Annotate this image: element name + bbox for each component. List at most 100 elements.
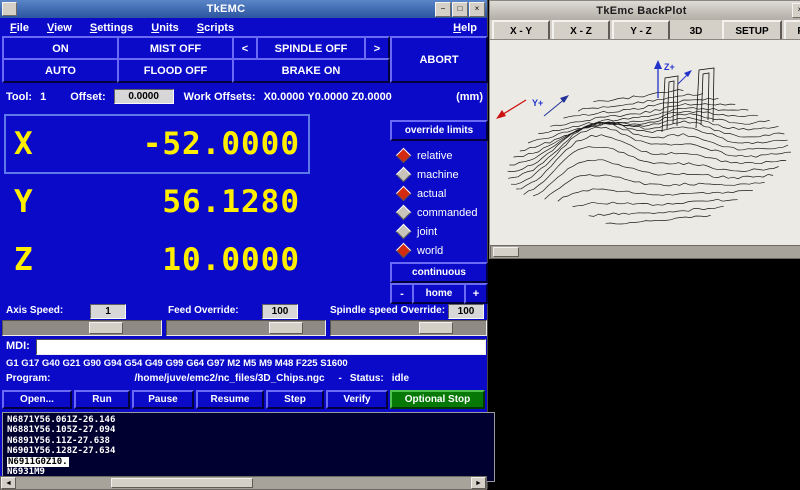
program-status-bar: Program: /home/juve/emc2/nc_files/3D_Chi…	[6, 373, 483, 384]
display-mode-radios: relative machine actual commanded joint …	[398, 146, 478, 260]
feed-override-label: Feed Override:	[168, 305, 239, 316]
spindle-override-label: Spindle speed Override:	[330, 305, 445, 316]
menu-units[interactable]: Units	[151, 22, 179, 34]
gcode-line-active: N6911G0Z10.	[7, 457, 490, 467]
axis-speed-value: 1	[90, 304, 126, 319]
radio-label: relative	[417, 150, 452, 162]
window-title: TkEmc BackPlot	[492, 5, 791, 17]
mdi-label: MDI:	[6, 340, 30, 352]
run-button[interactable]: Run	[74, 390, 130, 409]
close-icon[interactable]: ×	[792, 3, 800, 18]
radio-indicator-icon	[396, 148, 412, 164]
z-axis-label: Z+	[664, 62, 675, 72]
y-axis-label: Y+	[532, 98, 543, 108]
program-text-area[interactable]: N6871Y56.061Z-26.146 N6881Y56.105Z-27.09…	[2, 412, 495, 482]
slider-handle[interactable]	[89, 322, 123, 334]
jog-increment-button[interactable]: continuous	[390, 262, 488, 283]
radio-joint[interactable]: joint	[398, 222, 478, 241]
mode-auto-button[interactable]: AUTO	[2, 58, 119, 83]
system-menu-icon[interactable]	[2, 2, 17, 16]
work-offsets-value: X0.0000 Y0.0000 Z0.0000	[264, 91, 392, 103]
radio-indicator-icon	[396, 186, 412, 202]
dro-axis-y[interactable]: Y 56.1280	[4, 172, 310, 232]
menu-file[interactable]: File	[10, 22, 29, 34]
backplot-window: TkEmc BackPlot × X - Y X - Z Y - Z 3D SE…	[489, 0, 800, 259]
radio-machine[interactable]: machine	[398, 165, 478, 184]
override-limits-button[interactable]: override limits	[390, 120, 488, 141]
window-title: TkEMC	[18, 3, 434, 15]
radio-label: world	[417, 245, 443, 257]
radio-label: joint	[417, 226, 437, 238]
feed-override-slider[interactable]	[166, 320, 326, 336]
open-button[interactable]: Open...	[2, 390, 72, 409]
optional-stop-button[interactable]: Optional Stop	[390, 390, 485, 409]
menu-settings[interactable]: Settings	[90, 22, 133, 34]
program-buttons-row: Open... Run Pause Resume Step Verify Opt…	[2, 390, 485, 409]
close-icon[interactable]: ×	[469, 2, 485, 17]
axis-speed-label: Axis Speed:	[6, 305, 63, 316]
gcode-line: N6871Y56.061Z-26.146	[7, 415, 490, 425]
maximize-icon[interactable]: □	[452, 2, 468, 17]
scrollbar-thumb[interactable]	[493, 247, 519, 257]
tool-label: Tool:	[6, 91, 32, 103]
resume-button[interactable]: Resume	[196, 390, 264, 409]
spindle-override-slider[interactable]	[330, 320, 487, 336]
tkemc-titlebar[interactable]: TkEMC − □ ×	[0, 0, 487, 18]
menu-scripts[interactable]: Scripts	[197, 22, 234, 34]
radio-actual[interactable]: actual	[398, 184, 478, 203]
backplot-hscrollbar[interactable]	[490, 245, 800, 259]
scroll-left-icon[interactable]: ◄	[1, 477, 16, 489]
feed-override-value: 100	[262, 304, 298, 319]
axis-letter: Y	[14, 184, 70, 220]
tool-status-bar: Tool: 1 Offset: 0.0000 Work Offsets: X0.…	[6, 89, 483, 104]
jog-plus-button[interactable]: +	[464, 283, 488, 304]
units-indicator: (mm)	[456, 91, 483, 103]
program-hscrollbar[interactable]: ◄ ►	[0, 476, 487, 490]
dro-axis-x[interactable]: X -52.0000	[4, 114, 310, 174]
scroll-right-icon[interactable]: ►	[471, 477, 486, 489]
mdi-input[interactable]	[36, 339, 486, 355]
offset-entry[interactable]: 0.0000	[114, 89, 174, 104]
radio-indicator-icon	[396, 243, 412, 259]
radio-indicator-icon	[396, 167, 412, 183]
program-path: /home/juve/emc2/nc_files/3D_Chips.ngc	[134, 373, 324, 384]
gcode-line: N6881Y56.105Z-27.094	[7, 425, 490, 435]
scrollbar-track[interactable]	[16, 477, 471, 489]
minimize-icon[interactable]: −	[435, 2, 451, 17]
radio-label: commanded	[417, 207, 478, 219]
backplot-canvas[interactable]: Y+ Z+	[490, 39, 800, 246]
radio-label: actual	[417, 188, 446, 200]
pause-button[interactable]: Pause	[132, 390, 194, 409]
brake-button[interactable]: BRAKE ON	[232, 58, 390, 83]
jog-minus-button[interactable]: -	[390, 283, 414, 304]
dro-axis-z[interactable]: Z 10.0000	[4, 230, 310, 290]
home-button[interactable]: home	[412, 283, 466, 304]
tool-number: 1	[40, 91, 46, 103]
axis-speed-slider[interactable]	[2, 320, 162, 336]
radio-indicator-icon	[396, 224, 412, 240]
radio-world[interactable]: world	[398, 241, 478, 260]
axis-value: 56.1280	[70, 184, 300, 220]
gcode-line: N6891Y56.11Z-27.638	[7, 436, 490, 446]
verify-button[interactable]: Verify	[326, 390, 388, 409]
work-offsets-label: Work Offsets:	[184, 91, 256, 103]
flood-button[interactable]: FLOOD OFF	[117, 58, 234, 83]
backplot-titlebar[interactable]: TkEmc BackPlot ×	[490, 1, 800, 20]
radio-commanded[interactable]: commanded	[398, 203, 478, 222]
spindle-override-value: 100	[448, 304, 484, 319]
radio-relative[interactable]: relative	[398, 146, 478, 165]
menu-view[interactable]: View	[47, 22, 72, 34]
scrollbar-track[interactable]	[491, 246, 800, 258]
slider-handle[interactable]	[269, 322, 303, 334]
step-button[interactable]: Step	[266, 390, 324, 409]
menu-help[interactable]: Help	[453, 22, 477, 34]
status-label: Status:	[350, 373, 384, 384]
backplot-3d-plot: Y+ Z+	[490, 40, 800, 246]
scrollbar-thumb[interactable]	[111, 478, 253, 488]
offset-label: Offset:	[70, 91, 105, 103]
axis-letter: Z	[14, 242, 70, 278]
abort-button[interactable]: ABORT	[390, 36, 488, 83]
axis-value: -52.0000	[70, 126, 300, 162]
program-label: Program:	[6, 373, 50, 384]
slider-handle[interactable]	[419, 322, 453, 334]
